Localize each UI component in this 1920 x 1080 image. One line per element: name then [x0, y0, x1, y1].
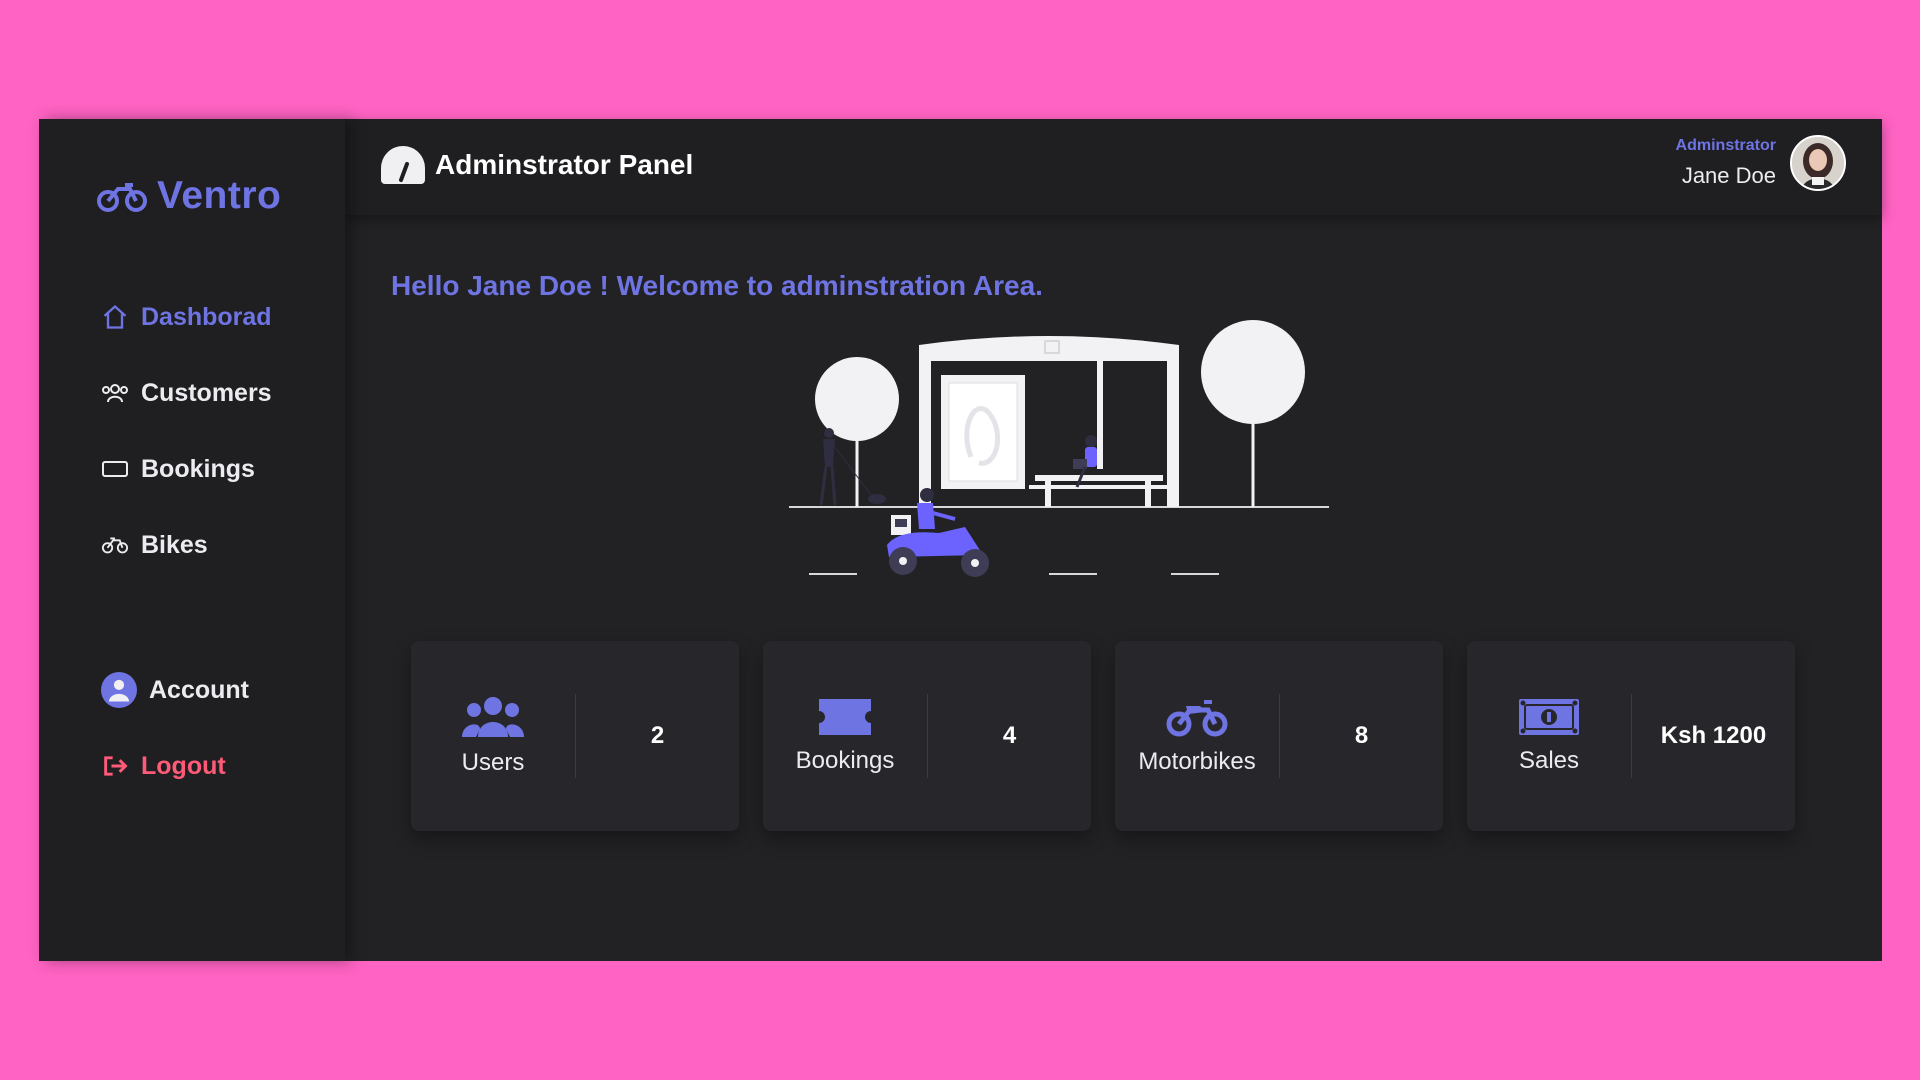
stats-cards: Users 2 Bookings 4 Motorbikes 8 Sales Ks… [411, 641, 1795, 831]
welcome-message: Hello Jane Doe ! Welcome to adminstratio… [391, 269, 1043, 301]
brand-logo[interactable]: Ventro [97, 174, 281, 218]
main-nav: Dashborad Customers Bookings Bikes [101, 279, 272, 583]
sidebar: Ventro Dashborad Customers Bookings Bike… [39, 119, 345, 961]
stat-label: Users [461, 749, 525, 776]
main-content: Adminstrator Panel Adminstrator Jane Doe [345, 119, 1882, 961]
stat-card-sales[interactable]: Sales Ksh 1200 [1467, 641, 1795, 831]
gauge-icon [381, 146, 425, 184]
motorbike-icon [97, 183, 147, 212]
account-link[interactable]: Account [101, 652, 249, 728]
stat-label: Bookings [795, 747, 895, 774]
stat-card-header: Bookings [763, 694, 928, 778]
ticket-icon [819, 699, 871, 735]
stat-label: Motorbikes [1138, 748, 1256, 775]
user-info: Adminstrator Jane Doe [1676, 137, 1776, 189]
sidebar-item-label: Dashborad [141, 302, 272, 331]
stat-card-bookings[interactable]: Bookings 4 [763, 641, 1091, 831]
money-icon [1519, 699, 1579, 735]
stat-value: 2 [650, 722, 665, 749]
sidebar-item-label: Bookings [141, 454, 255, 483]
users-icon [102, 384, 128, 403]
brand-name: Ventro [157, 174, 282, 217]
user-name: Jane Doe [1681, 163, 1776, 188]
profile-photo-icon [1792, 137, 1844, 189]
stat-value: Ksh 1200 [1660, 722, 1767, 749]
sidebar-item-dashboard[interactable]: Dashborad [101, 279, 272, 355]
users-icon [462, 697, 524, 737]
panel-title-text: Adminstrator Panel [435, 149, 694, 180]
user-icon [108, 679, 130, 702]
motorbike-icon [1166, 700, 1228, 737]
home-icon [103, 304, 127, 329]
sidebar-item-label: Bikes [141, 530, 208, 559]
account-nav: Account Logout [101, 652, 249, 804]
account-label: Account [149, 675, 249, 704]
stat-card-header: Users [411, 694, 576, 778]
user-profile[interactable]: Adminstrator Jane Doe [1676, 135, 1846, 191]
account-avatar [101, 672, 137, 708]
admin-app: Ventro Dashborad Customers Bookings Bike… [39, 119, 1882, 961]
avatar[interactable] [1790, 135, 1846, 191]
user-role: Adminstrator [1675, 137, 1776, 154]
stat-value: 4 [1002, 722, 1017, 749]
stat-label: Sales [1518, 747, 1580, 774]
sidebar-item-label: Customers [141, 378, 272, 407]
stat-card-header: Motorbikes [1115, 694, 1280, 778]
logout-icon [104, 756, 128, 776]
bicycle-icon [101, 537, 129, 554]
sidebar-item-bikes[interactable]: Bikes [101, 507, 272, 583]
logout-link[interactable]: Logout [101, 728, 249, 804]
ticket-icon [102, 461, 128, 477]
stat-card-motorbikes[interactable]: Motorbikes 8 [1115, 641, 1443, 831]
page-title: Adminstrator Panel [381, 146, 693, 184]
stat-value: 8 [1354, 722, 1369, 749]
sidebar-item-customers[interactable]: Customers [101, 355, 272, 431]
logout-label: Logout [141, 751, 226, 780]
stat-card-users[interactable]: Users 2 [411, 641, 739, 831]
sidebar-item-bookings[interactable]: Bookings [101, 431, 272, 507]
stat-card-header: Sales [1467, 694, 1632, 778]
bus-stop-illustration [789, 320, 1329, 577]
top-bar: Adminstrator Panel Adminstrator Jane Doe [345, 119, 1882, 215]
